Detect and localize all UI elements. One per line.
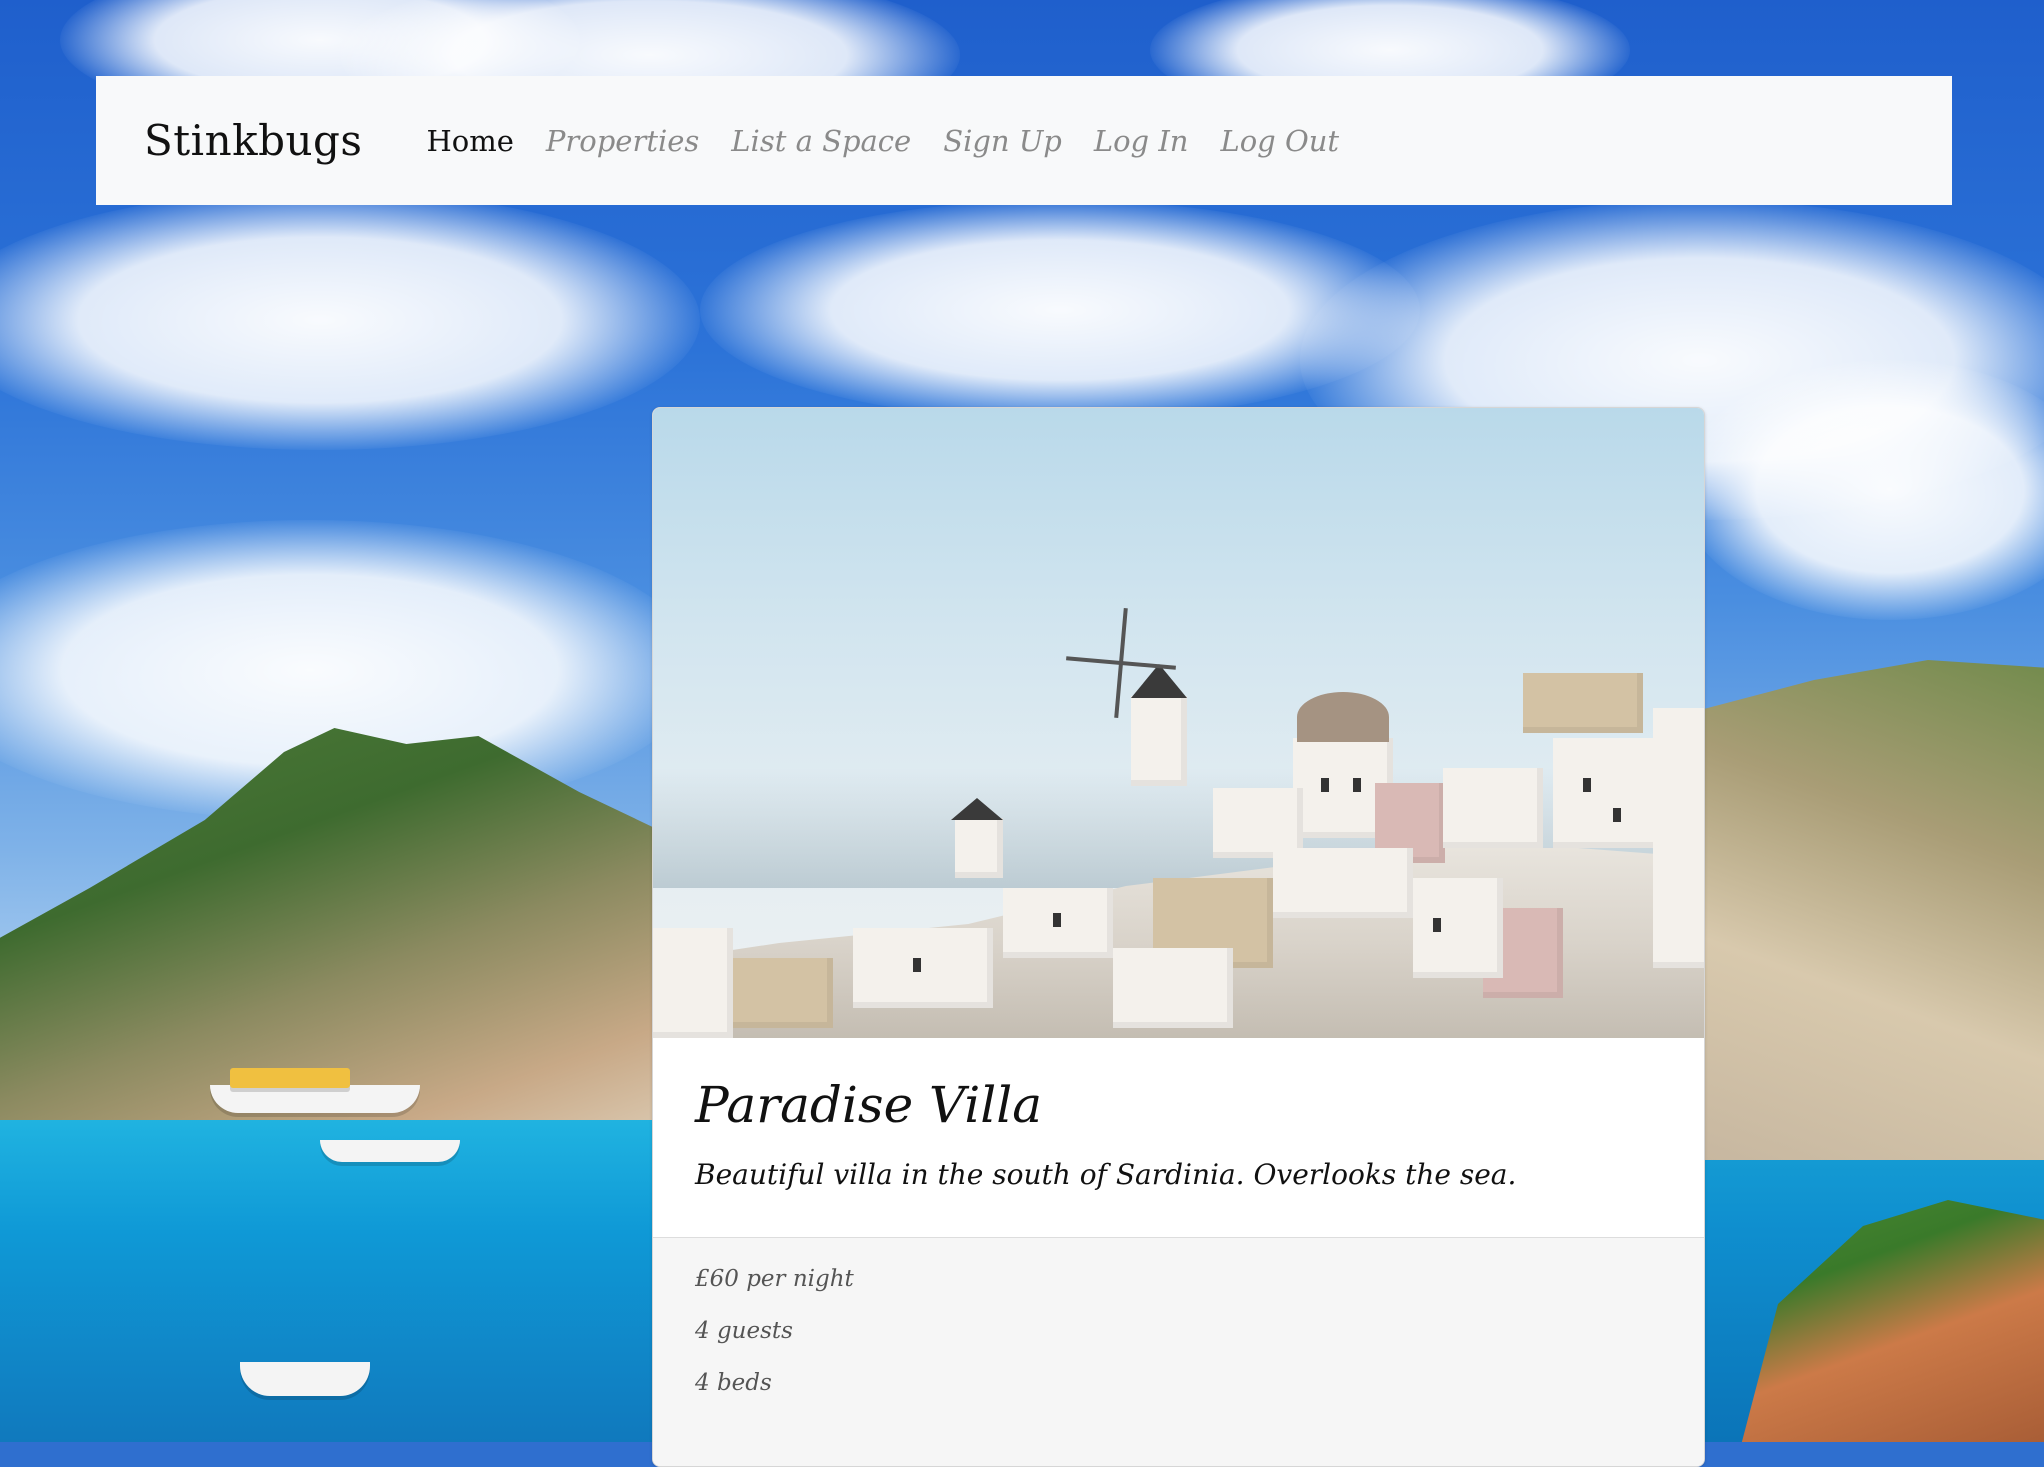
property-beds: 4 beds (695, 1370, 772, 1396)
property-title: Paradise Villa (695, 1076, 1043, 1134)
house (1113, 948, 1233, 1028)
house (1443, 768, 1543, 848)
windmill-roof (1131, 664, 1187, 698)
house (1523, 673, 1643, 733)
windmill (955, 818, 1003, 878)
window (1321, 778, 1329, 792)
windmill (1131, 696, 1187, 786)
property-price: £60 per night (695, 1266, 854, 1292)
property-description: Beautiful villa in the south of Sardinia… (695, 1158, 1517, 1191)
window (1613, 808, 1621, 822)
windmill-roof (951, 798, 1003, 820)
window (1353, 778, 1361, 792)
nav-link-properties[interactable]: Properties (546, 124, 699, 158)
window (913, 958, 921, 972)
boat (320, 1140, 460, 1162)
boat (210, 1085, 420, 1113)
property-card: Paradise Villa Beautiful villa in the so… (652, 407, 1705, 1467)
house (1273, 848, 1413, 918)
church-dome (1297, 692, 1389, 742)
property-guests: 4 guests (695, 1318, 793, 1344)
card-body: Paradise Villa Beautiful villa in the so… (653, 1038, 1704, 1238)
boat (240, 1362, 370, 1396)
house (1653, 708, 1704, 968)
nav-link-sign-up[interactable]: Sign Up (943, 124, 1062, 158)
navbar: Stinkbugs Home Properties List a Space S… (96, 76, 1952, 205)
window (1433, 918, 1441, 932)
nav-link-home[interactable]: Home (426, 124, 513, 158)
house (853, 928, 993, 1008)
boat (230, 1068, 350, 1088)
coastal-hill (1700, 660, 2044, 1160)
house (653, 928, 733, 1038)
brand-logo[interactable]: Stinkbugs (144, 116, 362, 165)
nav-link-log-out[interactable]: Log Out (1220, 124, 1339, 158)
property-photo (653, 408, 1704, 1038)
card-footer: £60 per night 4 guests 4 beds (653, 1238, 1704, 1466)
window (1583, 778, 1591, 792)
nav-link-log-in[interactable]: Log In (1094, 124, 1189, 158)
window (1053, 913, 1061, 927)
nav-link-list-a-space[interactable]: List a Space (731, 124, 911, 158)
house (1413, 878, 1503, 978)
